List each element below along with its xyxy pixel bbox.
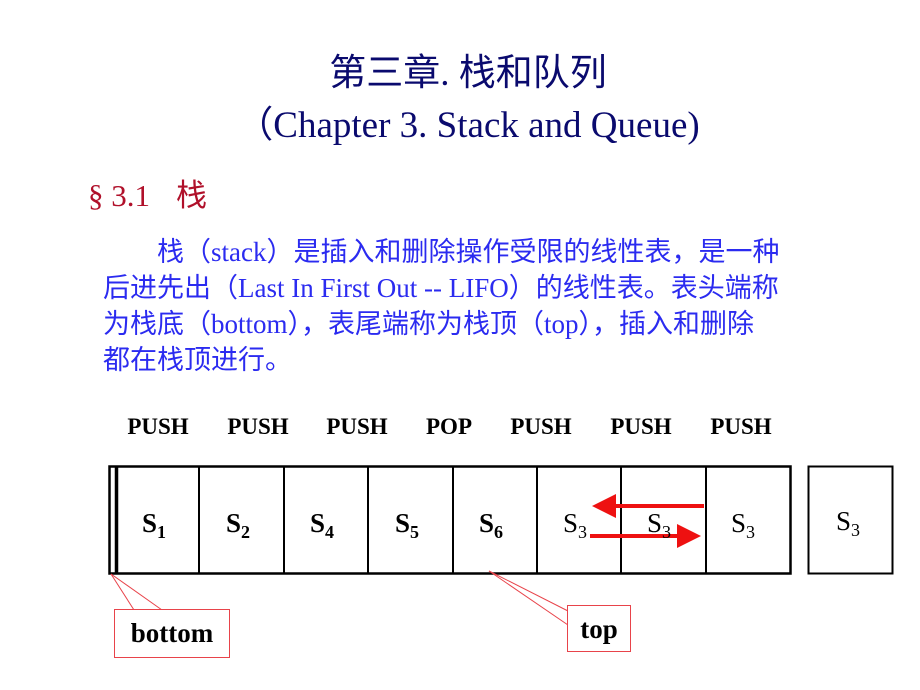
stack-cell-label: S2	[225, 508, 251, 542]
stack-outline	[108, 465, 792, 575]
top-label: top	[567, 605, 631, 652]
top-callout-pointer	[488, 570, 569, 626]
bottom-callout-pointer	[110, 573, 163, 611]
bottom-label: bottom	[114, 609, 230, 658]
stack-cell-label: S3	[562, 508, 588, 542]
stack-cell-label: S3	[646, 508, 672, 542]
cell-dividers	[198, 467, 707, 573]
stack-cell-label: S4	[309, 508, 335, 542]
stack-cell-label: S1	[141, 508, 167, 542]
popped-element-label: S3	[835, 506, 861, 540]
stack-diagram	[108, 465, 894, 626]
stack-cell-label: S5	[394, 508, 420, 542]
stack-cell-label: S6	[478, 508, 504, 542]
stack-cell-label: S3	[730, 508, 756, 542]
